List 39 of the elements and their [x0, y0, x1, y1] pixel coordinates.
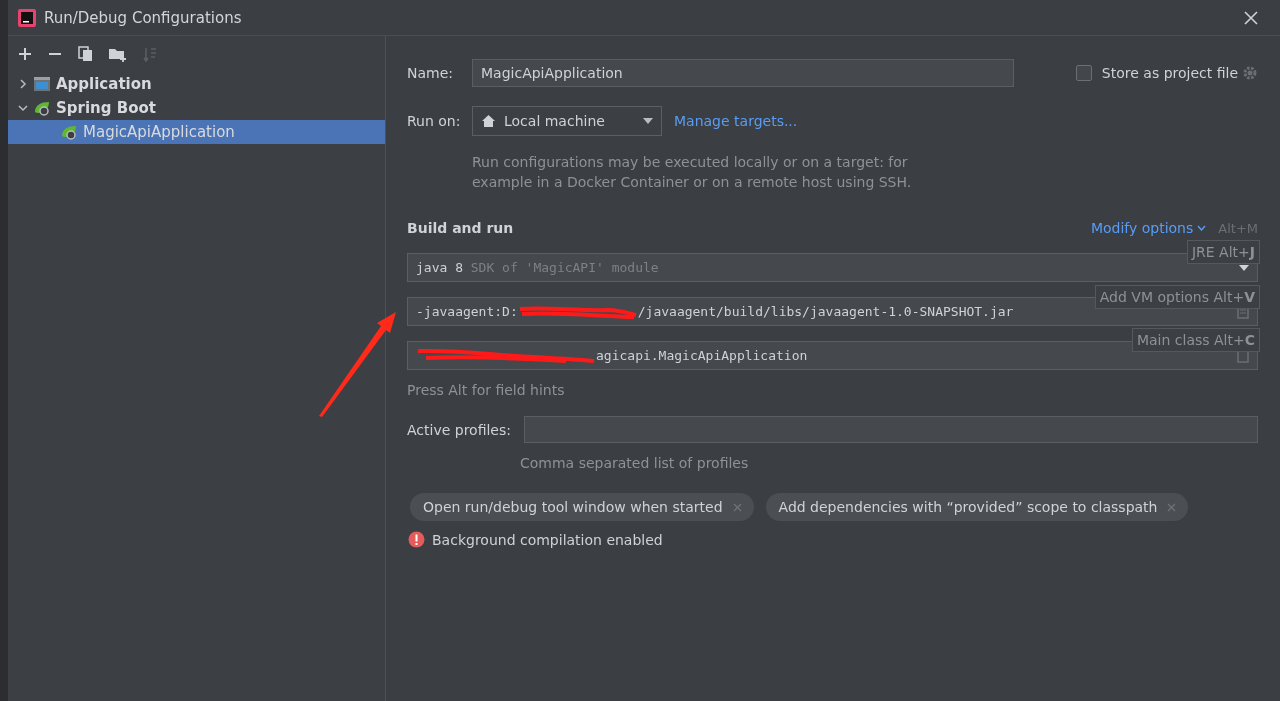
- shortcut-tooltip: JRE Alt+J: [1186, 240, 1260, 264]
- checkbox[interactable]: [1075, 65, 1092, 81]
- folder-add-icon[interactable]: [109, 46, 127, 62]
- field-label: Name:: [407, 65, 455, 81]
- shortcut-tooltip: Add VM options Alt+V: [1094, 285, 1260, 309]
- shortcut-tooltip: Main class Alt+C: [1131, 328, 1260, 352]
- tree-item[interactable]: Application: [8, 72, 385, 96]
- leaf-gear-icon: [33, 100, 51, 116]
- window-title: Run/Debug Configurations: [44, 8, 242, 27]
- active-profiles-field[interactable]: [524, 416, 1258, 443]
- manage-targets-link[interactable]: Manage targets...: [674, 113, 798, 129]
- leaf-gear-icon: [60, 124, 78, 140]
- chevron-icon: [18, 103, 28, 113]
- chevron-icon: [1197, 225, 1207, 231]
- target-dropdown[interactable]: Local machine: [472, 106, 662, 136]
- gear-icon[interactable]: [1242, 65, 1258, 81]
- field-label: Active profiles:: [407, 421, 512, 438]
- window-icon: [33, 76, 51, 92]
- warning-text: Background compilation enabled: [432, 531, 663, 548]
- add-icon[interactable]: [18, 47, 32, 61]
- modify-options-link[interactable]: Modify options: [1090, 220, 1194, 236]
- section-heading: Build and run: [407, 220, 514, 236]
- option-chip[interactable]: Add dependencies with “provided” scope to classpath: [765, 493, 1189, 521]
- option-chip[interactable]: Open run/debug tool window when started: [410, 493, 754, 521]
- tree-item[interactable]: Spring Boot: [8, 96, 385, 120]
- help-text: Comma separated list of profiles: [520, 455, 750, 471]
- chevron-icon: [18, 79, 28, 89]
- app-logo-icon: [18, 8, 36, 27]
- checkbox-label: Store as project file: [1101, 65, 1238, 81]
- home-icon: [481, 114, 496, 128]
- field-hint: Press Alt for field hints: [407, 382, 566, 398]
- remove-icon[interactable]: [48, 52, 62, 56]
- field-label: Run on:: [407, 113, 462, 129]
- help-text: Run configurations may be executed locally or on a target: for example in a Docker Container or on a remote host using SSH.: [472, 153, 912, 192]
- tree-item[interactable]: MagicApiApplication: [8, 120, 385, 144]
- caret-icon: [643, 118, 653, 124]
- name-field[interactable]: MagicApiApplication: [472, 59, 1014, 87]
- error-icon: [408, 531, 425, 548]
- copy-icon[interactable]: [78, 46, 93, 62]
